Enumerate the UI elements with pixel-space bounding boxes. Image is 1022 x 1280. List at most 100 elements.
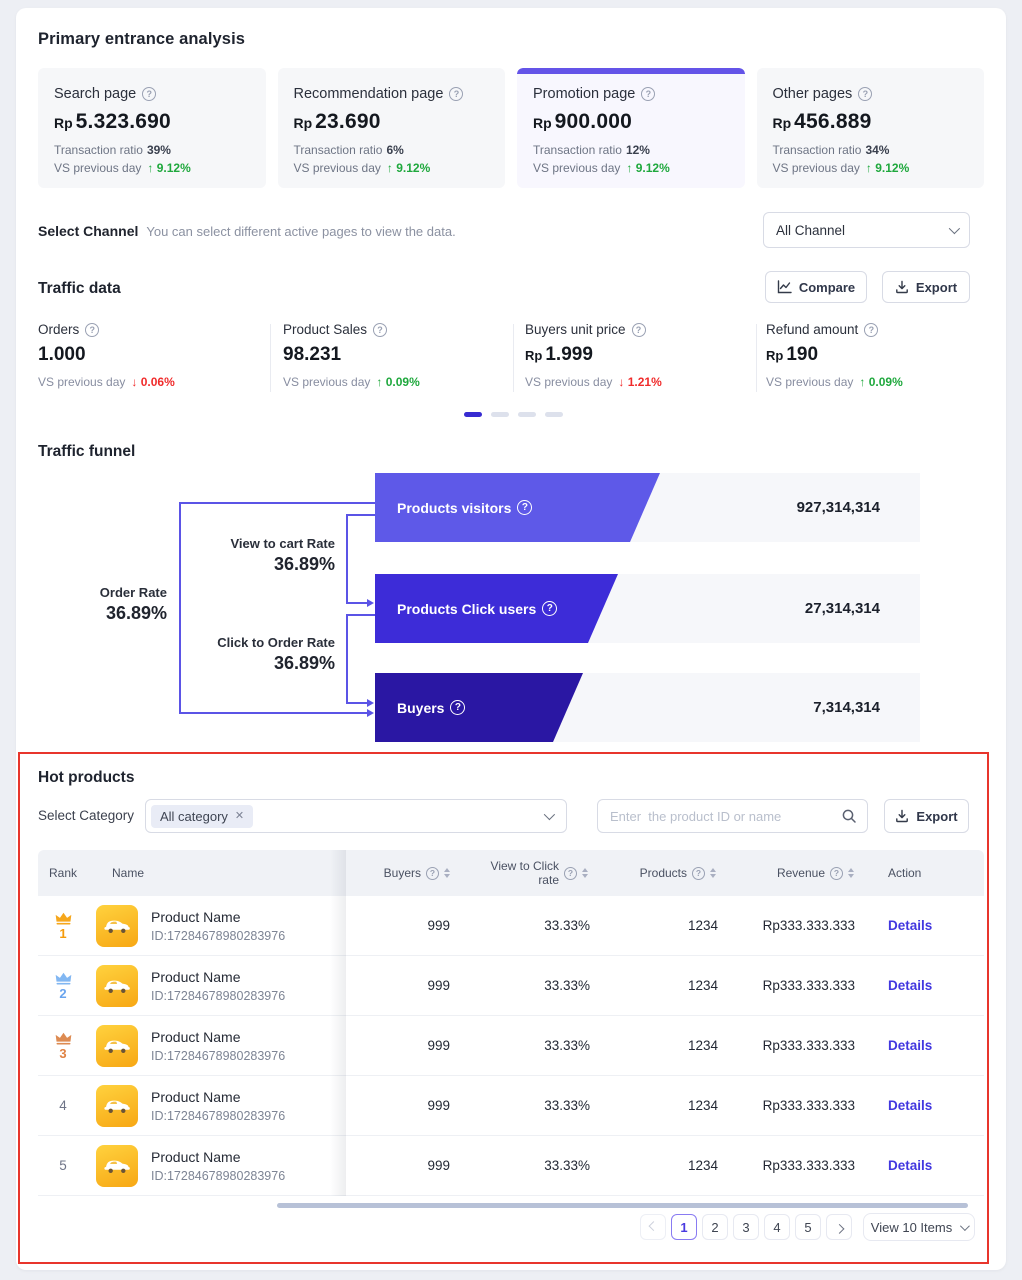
carousel-dot-active[interactable] xyxy=(464,412,482,417)
funnel-bar-visitors[interactable]: Products visitors xyxy=(375,473,660,542)
page-size-select[interactable]: View 10 Items xyxy=(863,1213,975,1241)
funnel-connector-line xyxy=(179,502,375,504)
funnel-bar-buyers[interactable]: Buyers xyxy=(375,673,583,742)
help-icon[interactable] xyxy=(449,87,463,101)
entrance-card-value: 23.690 xyxy=(315,110,380,133)
help-icon[interactable] xyxy=(142,87,156,101)
product-id: ID:17284678980283976 xyxy=(151,1109,285,1123)
pagination-prev-button[interactable] xyxy=(640,1214,666,1240)
compare-button[interactable]: Compare xyxy=(765,271,867,303)
metric-label: Product Sales xyxy=(283,322,367,337)
table-row[interactable]: 3 Product NameID:17284678980283976 999 3… xyxy=(38,1016,984,1076)
details-link[interactable]: Details xyxy=(888,1158,932,1173)
product-cell: Product NameID:17284678980283976 xyxy=(88,1085,330,1127)
pagination-page-5[interactable]: 5 xyxy=(795,1214,821,1240)
sort-icon[interactable] xyxy=(710,868,716,878)
sort-icon[interactable] xyxy=(848,868,854,878)
entrance-card-label: Search page xyxy=(54,86,136,102)
delta-up: 9.12% xyxy=(387,161,430,175)
header-label: View to Click rate xyxy=(479,859,559,888)
header-products: Products xyxy=(594,866,722,880)
product-cell: Product NameID:17284678980283976 xyxy=(88,1025,330,1067)
help-icon[interactable] xyxy=(450,700,465,715)
entrance-card-other[interactable]: Other pages Rp456.889 Transaction ratio3… xyxy=(757,68,985,188)
sort-icon[interactable] xyxy=(444,868,450,878)
funnel-connector-line xyxy=(346,602,367,604)
header-revenue: Revenue xyxy=(722,866,860,880)
table-row[interactable]: 1 Product NameID:17284678980283976 999 3… xyxy=(38,896,984,956)
metric-label: Buyers unit price xyxy=(525,322,626,337)
currency: Rp xyxy=(533,115,552,131)
table-row[interactable]: 2 Product NameID:17284678980283976 999 3… xyxy=(38,956,984,1016)
products-cell: 1234 xyxy=(594,1158,722,1173)
category-select[interactable]: All category xyxy=(145,799,567,833)
metric-refund-amount: Refund amount Rp190 VS previous day0.09% xyxy=(766,322,903,389)
help-icon[interactable] xyxy=(426,867,439,880)
carousel-dot[interactable] xyxy=(518,412,536,417)
product-cell: Product NameID:17284678980283976 xyxy=(88,905,330,947)
product-id: ID:17284678980283976 xyxy=(151,1049,285,1063)
ratio-label: Transaction ratio xyxy=(54,143,143,157)
traffic-export-button[interactable]: Export xyxy=(882,271,970,303)
funnel-bar-click-users[interactable]: Products Click users xyxy=(375,574,618,643)
metric-value: 98.231 xyxy=(283,344,420,366)
help-icon[interactable] xyxy=(632,323,646,337)
product-id: ID:17284678980283976 xyxy=(151,989,285,1003)
details-link[interactable]: Details xyxy=(888,1038,932,1053)
details-link[interactable]: Details xyxy=(888,1098,932,1113)
table-row[interactable]: 4 Product NameID:17284678980283976 999 3… xyxy=(38,1076,984,1136)
hot-products-title: Hot products xyxy=(38,769,134,787)
category-label: Select Category xyxy=(38,808,134,823)
pagination-next-button[interactable] xyxy=(826,1214,852,1240)
carousel-dot[interactable] xyxy=(491,412,509,417)
pagination-page-4[interactable]: 4 xyxy=(764,1214,790,1240)
funnel-track-visitors: Products visitors 927,314,314 xyxy=(375,473,920,542)
pagination-page-1[interactable]: 1 xyxy=(671,1214,697,1240)
delta-up: 9.12% xyxy=(626,161,669,175)
entrance-card-recommendation[interactable]: Recommendation page Rp23.690 Transaction… xyxy=(278,68,506,188)
help-icon[interactable] xyxy=(830,867,843,880)
product-search-input[interactable] xyxy=(610,809,841,824)
ratio-label: Transaction ratio xyxy=(294,143,383,157)
entrance-card-promotion[interactable]: Promotion page Rp900.000 Transaction rat… xyxy=(517,68,745,188)
funnel-track-click-users: Products Click users 27,314,314 xyxy=(375,574,920,643)
vs-label: VS previous day xyxy=(38,375,125,389)
delta-up: 9.12% xyxy=(147,161,190,175)
metric-buyers-unit-price: Buyers unit price Rp1.999 VS previous da… xyxy=(525,322,662,389)
product-thumbnail xyxy=(96,1025,138,1067)
products-cell: 1234 xyxy=(594,978,722,993)
category-chip-label: All category xyxy=(160,809,228,824)
help-icon[interactable] xyxy=(85,323,99,337)
help-icon[interactable] xyxy=(564,867,577,880)
pagination-page-3[interactable]: 3 xyxy=(733,1214,759,1240)
help-icon[interactable] xyxy=(641,87,655,101)
entrance-card-search[interactable]: Search page Rp5.323.690 Transaction rati… xyxy=(38,68,266,188)
help-icon[interactable] xyxy=(517,500,532,515)
vs-label: VS previous day xyxy=(525,375,612,389)
help-icon[interactable] xyxy=(542,601,557,616)
hot-products-export-button[interactable]: Export xyxy=(884,799,969,833)
vs-label: VS previous day xyxy=(54,161,141,175)
rate-click-to-order: Click to Order Rate 36.89% xyxy=(196,635,335,674)
currency: Rp xyxy=(525,348,542,363)
rank-number: 4 xyxy=(59,1099,67,1113)
search-icon[interactable] xyxy=(841,808,857,824)
help-icon[interactable] xyxy=(858,87,872,101)
entrance-title: Primary entrance analysis xyxy=(38,30,245,49)
product-thumbnail xyxy=(96,965,138,1007)
sort-icon[interactable] xyxy=(582,868,588,878)
details-link[interactable]: Details xyxy=(888,978,932,993)
horizontal-scrollbar[interactable] xyxy=(277,1203,968,1208)
frozen-pane-shadow xyxy=(330,850,346,1196)
chevron-down-icon xyxy=(544,809,555,820)
funnel-title: Traffic funnel xyxy=(38,443,135,461)
help-icon[interactable] xyxy=(864,323,878,337)
help-icon[interactable] xyxy=(692,867,705,880)
details-link[interactable]: Details xyxy=(888,918,932,933)
carousel-dot[interactable] xyxy=(545,412,563,417)
channel-select[interactable]: All Channel xyxy=(763,212,970,248)
help-icon[interactable] xyxy=(373,323,387,337)
pagination-page-2[interactable]: 2 xyxy=(702,1214,728,1240)
table-row[interactable]: 5 Product NameID:17284678980283976 999 3… xyxy=(38,1136,984,1196)
close-icon[interactable] xyxy=(235,811,244,822)
